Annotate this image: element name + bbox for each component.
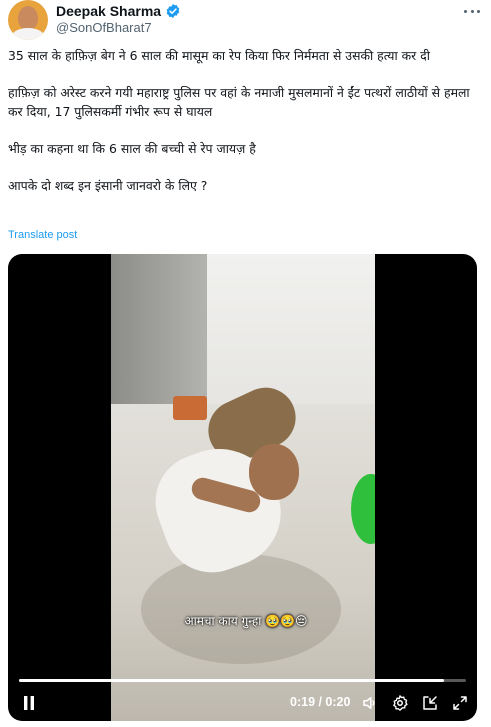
display-name[interactable]: Deepak Sharma <box>56 2 161 20</box>
fullscreen-icon[interactable] <box>449 690 471 716</box>
progress-fill <box>19 679 444 682</box>
avatar[interactable] <box>8 0 48 40</box>
progress-bar[interactable] <box>19 679 466 682</box>
verified-badge-icon <box>165 3 181 19</box>
video-caption: आमचा काय गुन्हा 🥹🥹😔 <box>184 614 308 628</box>
tweet-paragraph: आपके दो शब्द इन इंसानी जानवरो के लिए ? <box>8 178 208 193</box>
tweet-text: 35 साल के हाफ़िज़ बेग ने 6 साल की मासूम … <box>8 46 478 195</box>
tweet-paragraph: हाफ़िज़ को अरेस्ट करने गयी महाराष्ट्र पु… <box>8 85 470 119</box>
tweet-header: Deepak Sharma @SonOfBharat7 <box>8 0 483 40</box>
picture-in-picture-icon[interactable] <box>419 690 441 716</box>
video-controls: 0:19 / 0:20 <box>8 690 477 716</box>
handle[interactable]: @SonOfBharat7 <box>56 20 152 36</box>
pause-icon[interactable] <box>18 690 40 716</box>
tweet-paragraph: भीड़ का कहना था कि 6 साल की बच्ची से रेप… <box>8 141 256 156</box>
time-display: 0:19 / 0:20 <box>290 695 351 709</box>
video-frame[interactable]: आमचा काय गुन्हा 🥹🥹😔 <box>111 254 375 721</box>
more-options-icon[interactable] <box>461 2 483 20</box>
translate-post-link[interactable]: Translate post <box>8 229 77 241</box>
name-row: Deepak Sharma <box>56 2 181 20</box>
settings-icon[interactable] <box>389 690 411 716</box>
video-player[interactable]: आमचा काय गुन्हा 🥹🥹😔 0:19 / 0:20 <box>8 254 477 721</box>
tweet-paragraph: 35 साल के हाफ़िज़ बेग ने 6 साल की मासूम … <box>8 48 430 63</box>
volume-icon[interactable] <box>359 690 381 716</box>
